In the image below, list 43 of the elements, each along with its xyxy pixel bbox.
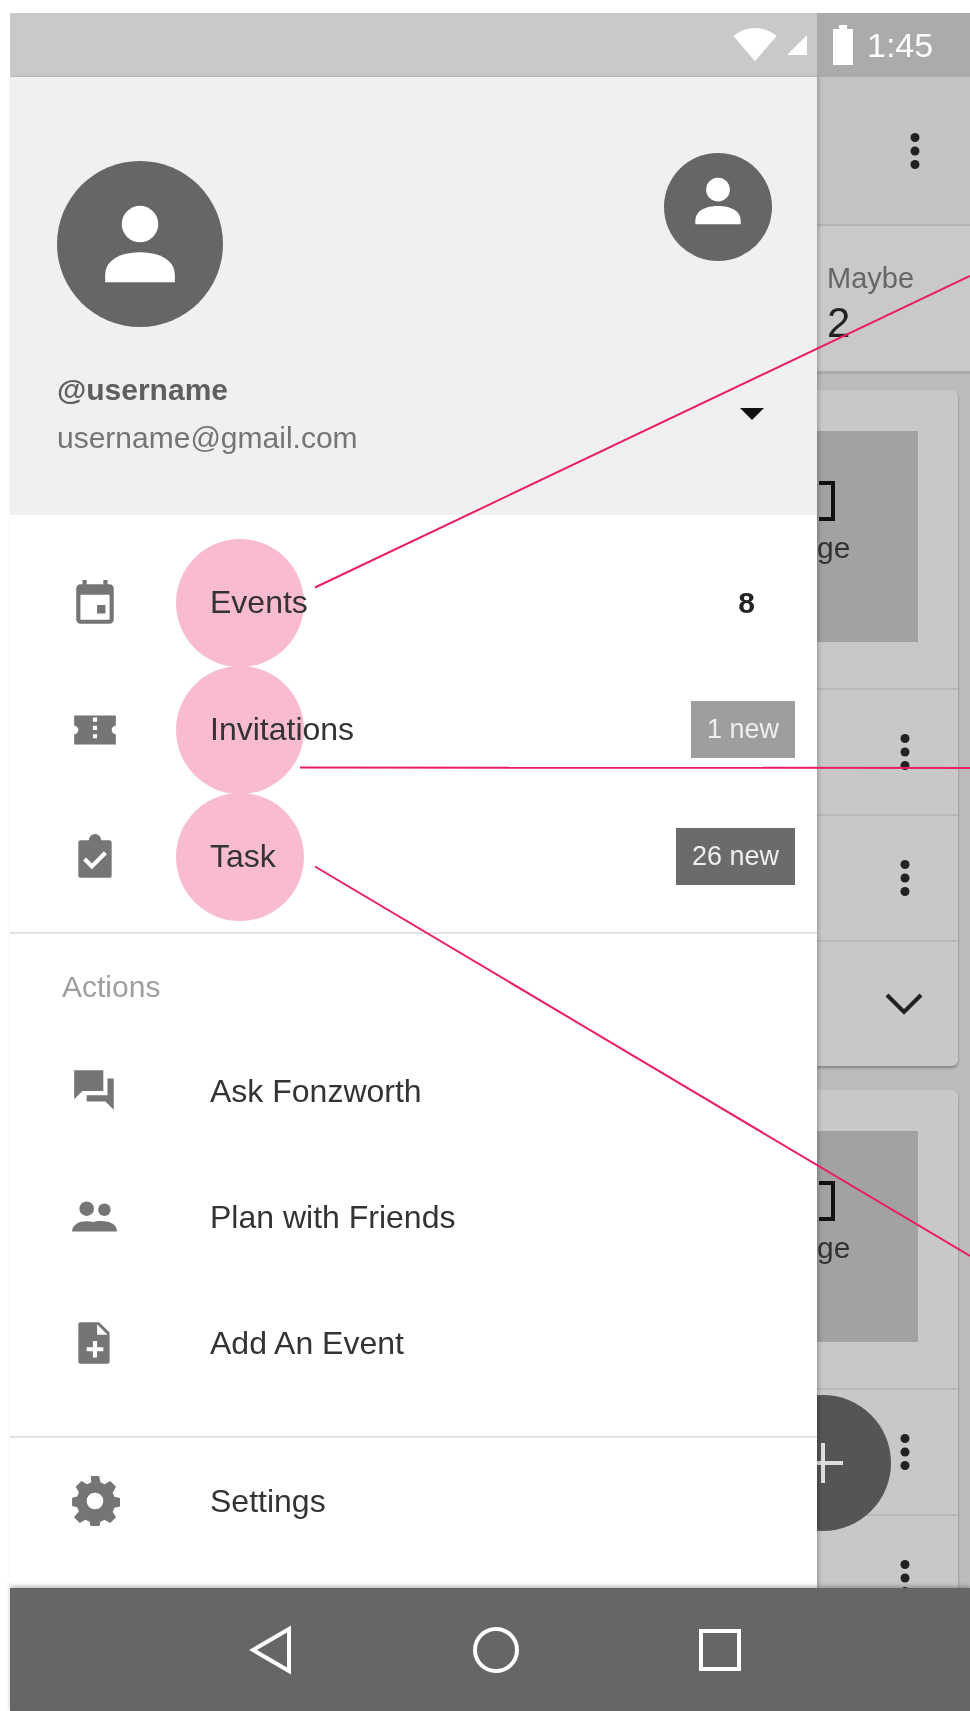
username: @username (57, 373, 229, 407)
menu-item[interactable]: Events 8 (10, 539, 817, 666)
new-badge: 1 new (690, 701, 795, 758)
more-icon[interactable] (900, 734, 910, 770)
menu-item[interactable]: Invitations 1 new (10, 666, 817, 793)
battery-icon (831, 25, 855, 65)
menu-label: Ask Fonzworth (210, 1072, 423, 1110)
menu-item[interactable]: Add An Event (10, 1280, 817, 1406)
new-badge: 26 new (675, 828, 795, 885)
wifi-icon (733, 27, 777, 63)
more-icon[interactable] (900, 1434, 910, 1470)
tab-label: Maybe (827, 262, 916, 295)
home-icon[interactable] (472, 1625, 520, 1674)
image-label: ge (817, 1231, 852, 1265)
chevron-down-icon[interactable] (884, 992, 924, 1016)
dropdown-caret-icon[interactable] (740, 408, 764, 420)
menu-item[interactable]: Ask Fonzworth (10, 1028, 817, 1154)
menu-label: Task (210, 838, 277, 875)
signal-icon (787, 35, 807, 55)
avatar-icon (57, 161, 223, 327)
tab-count: 2 (827, 299, 852, 347)
more-icon[interactable] (910, 132, 920, 169)
menu-item[interactable]: Task 26 new (10, 793, 817, 920)
recents-icon[interactable] (698, 1628, 741, 1671)
menu-item[interactable]: Plan with Friends (10, 1154, 817, 1280)
menu-label: Invitations (210, 711, 356, 748)
image-label: ge (817, 531, 852, 565)
more-icon[interactable] (900, 860, 910, 896)
menu-label: Settings (210, 1482, 327, 1520)
back-icon[interactable] (249, 1624, 294, 1675)
frame-icon (819, 481, 835, 521)
item-count: 8 (738, 585, 755, 620)
menu-label: Add An Event (210, 1324, 405, 1362)
menu-label: Plan with Friends (210, 1198, 457, 1236)
menu-label: Events (210, 584, 309, 621)
menu-item[interactable]: Settings (10, 1438, 817, 1564)
frame-icon (819, 1181, 835, 1221)
settings-icon (70, 1476, 120, 1526)
avatar-icon[interactable] (664, 153, 772, 261)
status-time: 1:45 (867, 25, 934, 65)
account-email: username@gmail.com (57, 421, 358, 455)
section-heading: Actions (61, 969, 162, 1005)
more-icon[interactable] (900, 1560, 910, 1588)
